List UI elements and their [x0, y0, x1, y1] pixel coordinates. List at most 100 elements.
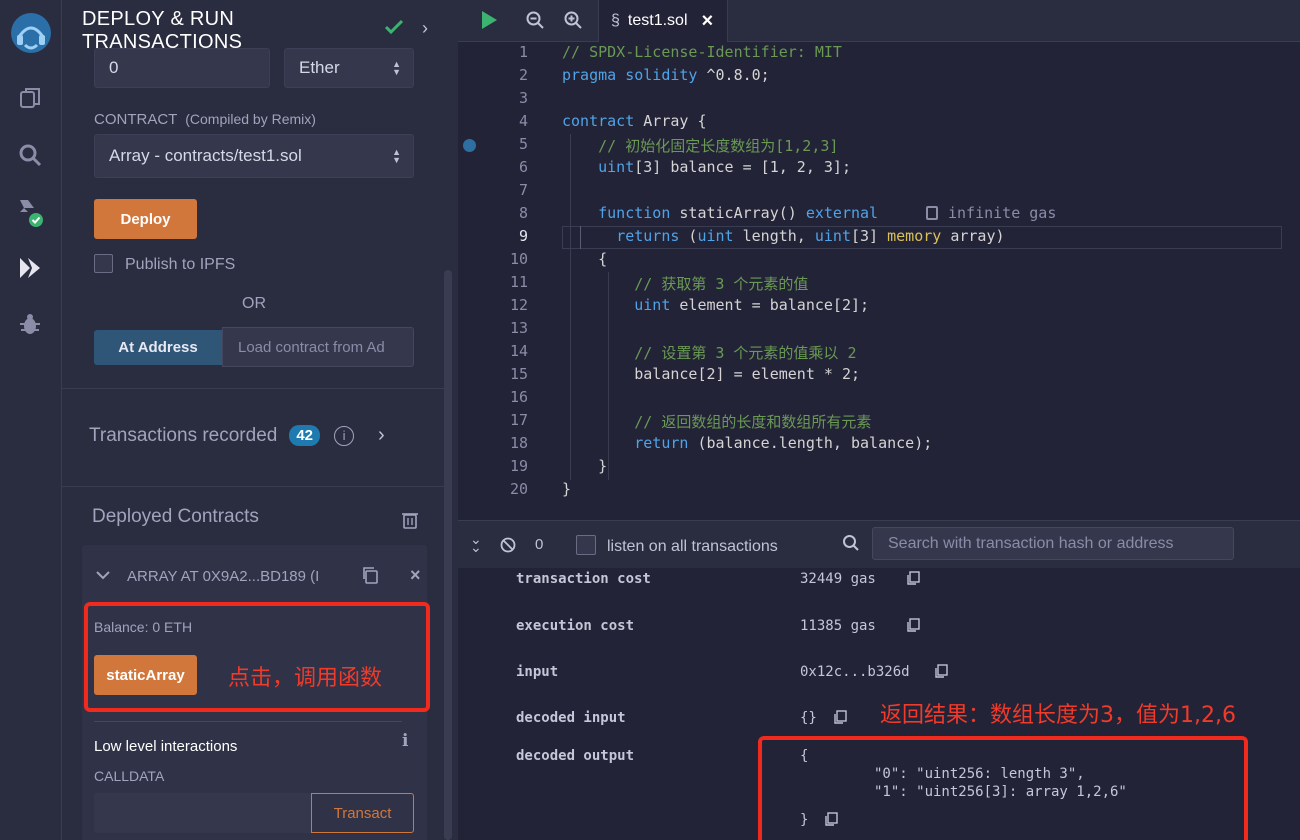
- value-unit-select[interactable]: Ether ▲ ▼: [284, 48, 414, 88]
- zoom-out-icon[interactable]: [526, 11, 544, 34]
- line-number: 11: [509, 273, 528, 291]
- code-line[interactable]: return (balance.length, balance);: [562, 434, 932, 452]
- remix-ide: DEPLOY & RUN TRANSACTIONS › 0 Ether ▲ ▼ C…: [0, 0, 1300, 840]
- deployed-contracts-title: Deployed Contracts: [92, 506, 259, 527]
- line-number: 18: [509, 434, 528, 452]
- icon-bar: [0, 0, 62, 840]
- code-line[interactable]: // 设置第 3 个元素的值乘以 2: [562, 342, 856, 363]
- divider: [94, 721, 402, 722]
- line-number: 2: [518, 66, 528, 84]
- annotation-box-static-array: [84, 602, 430, 712]
- panel-title-line-1: DEPLOY & RUN: [82, 8, 235, 30]
- compiled-check-icon: [384, 18, 404, 41]
- line-number: 10: [509, 250, 528, 268]
- line-number: 6: [518, 158, 528, 176]
- code-line[interactable]: // 返回数组的长度和数组所有元素: [562, 411, 871, 432]
- tx-key: decoded input: [516, 710, 626, 726]
- line-number: 7: [518, 181, 528, 199]
- deploy-button[interactable]: Deploy: [94, 199, 197, 239]
- code-line[interactable]: }: [562, 457, 607, 475]
- tx-value: 11385 gas: [800, 618, 876, 634]
- files-icon[interactable]: [12, 80, 48, 116]
- publish-ipfs-checkbox[interactable]: [94, 254, 113, 273]
- line-number: 8: [518, 204, 528, 222]
- low-level-label: Low level interactions: [94, 738, 238, 755]
- transactions-count-badge: 42: [289, 425, 321, 446]
- code-line[interactable]: contract Array {: [562, 112, 707, 130]
- search-icon[interactable]: [12, 137, 48, 173]
- deploy-run-icon[interactable]: [12, 250, 48, 286]
- remix-logo-icon[interactable]: [8, 10, 54, 56]
- at-address-button[interactable]: At Address: [94, 330, 222, 365]
- contract-select-text: Array - contracts/test1.sol: [109, 146, 302, 165]
- gas-pump-icon: [926, 206, 938, 220]
- code-line[interactable]: pragma solidity ^0.8.0;: [562, 66, 770, 84]
- divider: [62, 388, 444, 389]
- value-unit-text: Ether: [299, 58, 340, 77]
- calldata-label: CALLDATA: [94, 768, 165, 784]
- gas-hint: infinite gas: [926, 204, 1056, 222]
- line-number: 4: [518, 112, 528, 130]
- copy-icon[interactable]: [833, 710, 847, 724]
- transactions-recorded-label: Transactions recorded: [89, 424, 278, 446]
- copy-icon[interactable]: [360, 565, 380, 590]
- line-number: 12: [509, 296, 528, 314]
- chevron-right-icon[interactable]: ›: [378, 424, 385, 447]
- listen-checkbox[interactable]: [576, 535, 596, 555]
- select-arrows-icon: ▲ ▼: [392, 59, 401, 77]
- load-contract-input[interactable]: Load contract from Ad: [222, 327, 414, 367]
- tab-label: test1.sol: [627, 12, 688, 29]
- line-number: 3: [518, 89, 528, 107]
- collapse-chevron-icon[interactable]: [96, 567, 110, 585]
- terminal-toolbar: ⌄ ⌄ 0 listen on all transactions Search w…: [458, 520, 1300, 568]
- line-number: 1: [518, 43, 528, 61]
- instance-name[interactable]: ARRAY AT 0X9A2...BD189 (I: [127, 568, 319, 585]
- line-number: 9: [518, 227, 528, 245]
- copy-icon[interactable]: [906, 571, 920, 585]
- code-line[interactable]: // 获取第 3 个元素的值: [562, 273, 808, 294]
- select-arrows-icon: ▲ ▼: [392, 147, 401, 165]
- tx-key: execution cost: [516, 618, 635, 634]
- run-icon[interactable]: [480, 10, 498, 35]
- code-line[interactable]: // 初始化固定长度数组为[1,2,3]: [562, 135, 838, 156]
- code-editor[interactable]: 1 // SPDX-License-Identifier: MIT 2 pragma …: [458, 42, 1300, 520]
- clear-console-icon[interactable]: [500, 537, 516, 558]
- code-line[interactable]: uint[3] balance = [1, 2, 3];: [562, 158, 851, 176]
- line-number: 16: [509, 388, 528, 406]
- close-icon[interactable]: ×: [410, 565, 421, 586]
- solidity-file-icon: §: [611, 12, 620, 29]
- copy-icon[interactable]: [934, 664, 948, 678]
- annotation-click-hint: 点击，调用函数: [228, 666, 383, 691]
- collapse-terminal-icon[interactable]: ⌄ ⌄: [470, 532, 482, 554]
- contract-select[interactable]: Array - contracts/test1.sol ▲ ▼: [94, 134, 414, 178]
- code-line[interactable]: {: [562, 250, 607, 268]
- calldata-input[interactable]: [94, 793, 312, 833]
- code-line[interactable]: // SPDX-License-Identifier: MIT: [562, 43, 842, 61]
- info-icon[interactable]: i: [402, 731, 408, 751]
- zoom-in-icon[interactable]: [564, 11, 582, 34]
- chevron-right-icon[interactable]: ›: [422, 18, 428, 39]
- publish-ipfs-label: Publish to IPFS: [125, 256, 236, 273]
- trash-icon[interactable]: [402, 511, 418, 534]
- panel-scrollbar[interactable]: [444, 270, 452, 840]
- close-tab-icon[interactable]: ×: [702, 10, 714, 33]
- info-icon[interactable]: i: [334, 425, 355, 446]
- code-line[interactable]: uint element = balance[2];: [562, 296, 869, 314]
- tab-test1-sol[interactable]: § test1.sol ×: [598, 0, 728, 42]
- code-line[interactable]: returns (uint length, uint[3] memory arr…: [562, 227, 1004, 245]
- copy-icon[interactable]: [906, 618, 920, 632]
- transaction-search-input[interactable]: Search with transaction hash or address: [872, 527, 1234, 560]
- transact-button[interactable]: Transact: [311, 793, 414, 833]
- code-line[interactable]: balance[2] = element * 2;: [562, 365, 860, 383]
- solidity-compiler-icon[interactable]: [12, 194, 48, 230]
- code-line[interactable]: function staticArray() external: [562, 204, 878, 222]
- contract-label: CONTRACT (Compiled by Remix): [94, 111, 316, 128]
- line-number: 19: [509, 457, 528, 475]
- line-number: 14: [509, 342, 528, 360]
- code-line[interactable]: }: [562, 480, 571, 498]
- debugger-icon[interactable]: [12, 306, 48, 342]
- line-number: 5: [518, 135, 528, 153]
- transactions-recorded-row[interactable]: Transactions recorded 42 i ›: [89, 424, 385, 447]
- value-input[interactable]: 0: [94, 48, 270, 88]
- tx-key: transaction cost: [516, 571, 651, 587]
